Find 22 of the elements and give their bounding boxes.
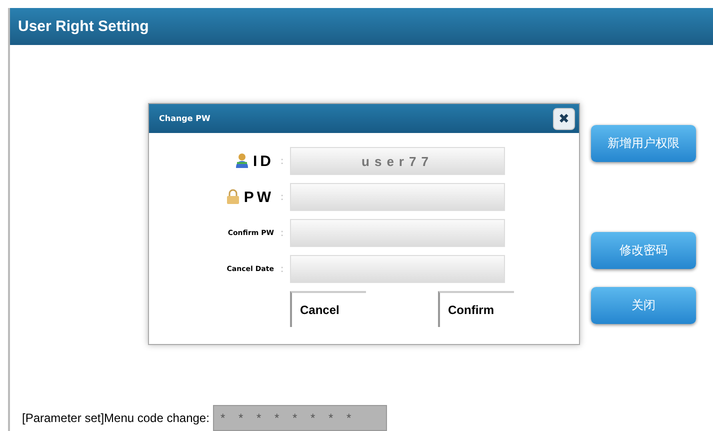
menu-code-label: [Parameter set]Menu code change: bbox=[22, 411, 210, 425]
user-icon bbox=[235, 153, 249, 169]
input-field[interactable]: user77 bbox=[290, 147, 505, 175]
separator: : bbox=[279, 228, 285, 238]
lock-icon bbox=[226, 189, 240, 205]
window-title: User Right Setting bbox=[18, 18, 149, 35]
action-button[interactable]: 新增用户权限 bbox=[591, 125, 696, 162]
field-label: PW bbox=[244, 188, 274, 206]
input-field[interactable] bbox=[290, 183, 505, 211]
input-field[interactable] bbox=[290, 219, 505, 247]
confirm-button[interactable]: Confirm bbox=[438, 291, 514, 327]
separator: : bbox=[279, 192, 285, 202]
action-button[interactable]: 修改密码 bbox=[591, 232, 696, 269]
input-field[interactable] bbox=[290, 255, 505, 283]
action-button[interactable]: 关闭 bbox=[591, 287, 696, 324]
cancel-button[interactable]: Cancel bbox=[290, 291, 366, 327]
dialog-title: Change PW bbox=[159, 114, 210, 123]
close-button[interactable]: ✖ bbox=[553, 108, 575, 130]
menu-code-field[interactable]: * * * * * * * * bbox=[213, 405, 388, 431]
separator: : bbox=[279, 156, 285, 166]
field-label: ID bbox=[253, 152, 274, 170]
separator: : bbox=[279, 264, 285, 274]
